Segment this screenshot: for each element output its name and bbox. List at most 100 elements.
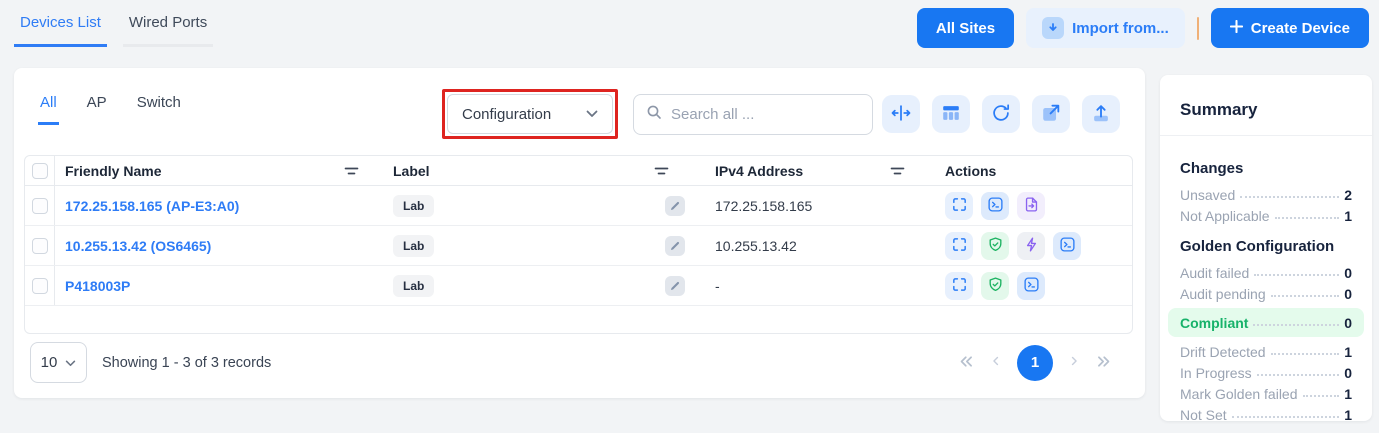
fullscreen-icon <box>951 276 968 296</box>
section-title: Changes <box>1180 160 1352 177</box>
first-page-button[interactable] <box>958 353 975 373</box>
summary-item-label: Not Set <box>1180 407 1227 422</box>
summary-divider <box>1160 135 1372 136</box>
refresh-button[interactable] <box>982 95 1020 133</box>
summary-item-drift-detected[interactable]: Drift Detected 1 <box>1180 341 1352 362</box>
terminal-action-button[interactable] <box>981 192 1009 220</box>
page-size-value: 10 <box>41 354 58 371</box>
table-empty-space <box>25 306 1132 333</box>
document-export-action-button[interactable] <box>1017 192 1045 220</box>
chevron-left-icon <box>989 354 1003 371</box>
device-link[interactable]: 172.25.158.165 (AP-E3:A0) <box>65 198 239 214</box>
create-device-button[interactable]: Create Device <box>1211 8 1369 48</box>
label-badge: Lab <box>393 195 434 217</box>
column-label: Label <box>393 163 430 179</box>
summary-section-changes: Changes Unsaved 2 Not Applicable 1 <box>1180 160 1352 226</box>
search-input[interactable]: Search all ... <box>633 94 873 135</box>
dotted-leader <box>1257 374 1340 376</box>
dotted-leader <box>1275 217 1340 219</box>
double-chevron-right-icon <box>1095 353 1112 373</box>
label-filter-icon[interactable] <box>654 165 669 177</box>
flash-action-button[interactable] <box>1017 232 1045 260</box>
column-friendly-name: Friendly Name <box>65 163 161 179</box>
row-checkbox[interactable] <box>32 278 48 294</box>
ipv4-filter-icon[interactable] <box>890 165 905 177</box>
fullscreen-action-button[interactable] <box>945 272 973 300</box>
row-checkbox[interactable] <box>32 198 48 214</box>
pagination-left: 10 Showing 1 - 3 of 3 records <box>30 342 271 383</box>
dotted-leader <box>1253 324 1339 326</box>
summary-item-in-progress[interactable]: In Progress 0 <box>1180 362 1352 383</box>
table-columns-icon <box>940 102 962 127</box>
tab-devices-list[interactable]: Devices List <box>14 10 107 47</box>
expand-columns-button[interactable] <box>882 95 920 133</box>
summary-item-not-set[interactable]: Not Set 1 <box>1180 404 1352 421</box>
summary-item-value: 0 <box>1344 365 1352 381</box>
import-from-button[interactable]: Import from... <box>1026 8 1185 48</box>
last-page-button[interactable] <box>1095 353 1112 373</box>
devices-table: Friendly Name Label IPv4 Address Actions <box>24 155 1133 334</box>
all-sites-button[interactable]: All Sites <box>917 8 1014 48</box>
table-row: 172.25.158.165 (AP-E3:A0) Lab 172.25.158… <box>25 186 1132 226</box>
tab-ap[interactable]: AP <box>85 94 109 125</box>
summary-item-audit-failed[interactable]: Audit failed 0 <box>1180 262 1352 283</box>
tab-wired-ports[interactable]: Wired Ports <box>123 10 213 47</box>
edit-label-icon[interactable] <box>665 196 685 216</box>
fullscreen-action-button[interactable] <box>945 232 973 260</box>
summary-item-value: 0 <box>1344 286 1352 302</box>
dotted-leader <box>1303 395 1340 397</box>
annotation-highlight-box: Configuration <box>442 89 618 139</box>
double-chevron-left-icon <box>958 353 975 373</box>
upload-button[interactable] <box>1082 95 1120 133</box>
chevron-right-icon <box>1067 354 1081 371</box>
dotted-leader <box>1271 295 1340 297</box>
export-icon <box>1040 102 1062 127</box>
summary-item-value: 1 <box>1344 344 1352 360</box>
label-badge: Lab <box>393 275 434 297</box>
device-link[interactable]: 10.255.13.42 (OS6465) <box>65 238 211 254</box>
dotted-leader <box>1254 274 1339 276</box>
shield-check-action-button[interactable] <box>981 272 1009 300</box>
shield-check-action-button[interactable] <box>981 232 1009 260</box>
dotted-leader <box>1271 353 1340 355</box>
summary-item-audit-pending[interactable]: Audit pending 0 <box>1180 283 1352 304</box>
columns-settings-button[interactable] <box>932 95 970 133</box>
summary-item-label: Mark Golden failed <box>1180 386 1298 402</box>
row-checkbox[interactable] <box>32 238 48 254</box>
category-dropdown[interactable]: Configuration <box>447 94 613 134</box>
search-icon <box>646 104 662 125</box>
select-all-checkbox[interactable] <box>32 163 48 179</box>
fullscreen-action-button[interactable] <box>945 192 973 220</box>
button-divider <box>1197 17 1199 40</box>
previous-page-button[interactable] <box>989 354 1003 371</box>
edit-label-icon[interactable] <box>665 276 685 296</box>
summary-item-unsaved[interactable]: Unsaved 2 <box>1180 184 1352 205</box>
summary-item-label: Audit failed <box>1180 265 1249 281</box>
summary-item-not-applicable[interactable]: Not Applicable 1 <box>1180 205 1352 226</box>
table-header-row: Friendly Name Label IPv4 Address Actions <box>25 156 1132 186</box>
page-size-select[interactable]: 10 <box>30 342 87 383</box>
summary-item-compliant[interactable]: Compliant 0 <box>1168 308 1364 337</box>
terminal-icon <box>1059 236 1076 256</box>
summary-item-label: Unsaved <box>1180 187 1235 203</box>
terminal-action-button[interactable] <box>1017 272 1045 300</box>
summary-item-mark-golden-failed[interactable]: Mark Golden failed 1 <box>1180 383 1352 404</box>
current-page-button[interactable]: 1 <box>1017 345 1053 381</box>
fullscreen-icon <box>951 196 968 216</box>
terminal-action-button[interactable] <box>1053 232 1081 260</box>
ipv4-value: 172.25.158.165 <box>715 198 812 214</box>
table-row: P418003P Lab - <box>25 266 1132 306</box>
expand-columns-icon <box>890 102 912 127</box>
summary-item-label: Not Applicable <box>1180 208 1270 224</box>
edit-label-icon[interactable] <box>665 236 685 256</box>
shield-check-icon <box>987 236 1004 256</box>
upload-icon <box>1090 102 1112 127</box>
tab-switch[interactable]: Switch <box>135 94 183 125</box>
device-link[interactable]: P418003P <box>65 278 130 294</box>
tab-all[interactable]: All <box>38 94 59 125</box>
export-button[interactable] <box>1032 95 1070 133</box>
ipv4-value: 10.255.13.42 <box>715 238 797 254</box>
chevron-down-icon <box>65 354 76 371</box>
next-page-button[interactable] <box>1067 354 1081 371</box>
friendly-name-filter-icon[interactable] <box>344 165 359 177</box>
